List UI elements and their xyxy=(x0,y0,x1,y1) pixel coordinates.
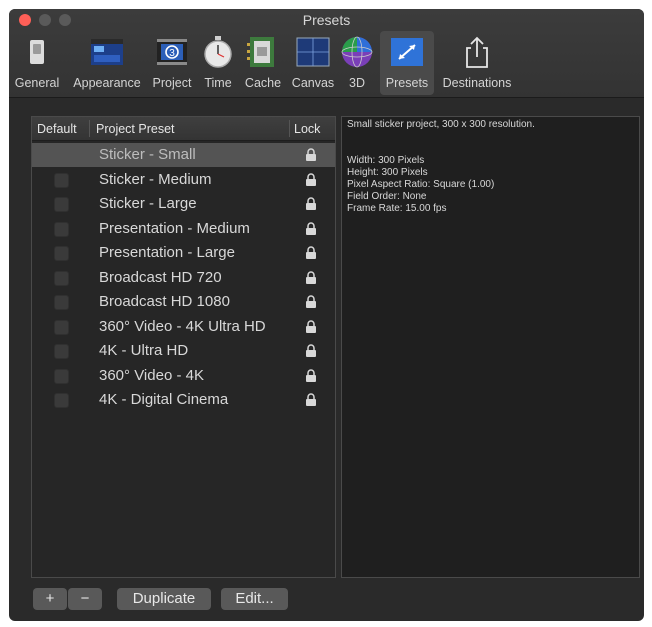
lock-icon[interactable] xyxy=(305,270,317,285)
default-checkbox[interactable] xyxy=(54,319,69,335)
project-film-icon: 3 xyxy=(157,39,187,65)
preset-name: Sticker - Medium xyxy=(99,170,212,188)
property-height: Height: 300 Pixels xyxy=(347,167,428,178)
toolbar-label: Destinations xyxy=(442,76,512,90)
property-frame-rate: Frame Rate: 15.00 fps xyxy=(347,203,447,214)
lock-icon[interactable] xyxy=(305,221,317,236)
preset-name: Broadcast HD 720 xyxy=(99,268,222,286)
toolbar-label: Canvas xyxy=(291,76,335,90)
canvas-grid-icon xyxy=(296,37,330,67)
preset-name: 4K - Ultra HD xyxy=(99,342,189,359)
preset-name: 360° Video - 4K xyxy=(99,366,204,384)
lock-icon[interactable] xyxy=(305,172,317,187)
preset-row-sticker-large[interactable]: Sticker - Large xyxy=(32,192,335,216)
preset-name: 4K - Digital Cinema xyxy=(99,391,229,408)
toolbar-destinations[interactable]: Destinations xyxy=(437,31,517,95)
toolbar-time[interactable]: Time xyxy=(198,31,238,95)
lock-icon[interactable] xyxy=(305,197,317,211)
column-header-lock[interactable]: Lock xyxy=(294,122,320,136)
toolbar-label: Presets xyxy=(385,76,429,90)
preset-name: Presentation - Medium xyxy=(99,219,250,237)
preset-row-broadcast-hd-720[interactable]: Broadcast HD 720 xyxy=(32,266,335,290)
column-divider xyxy=(89,120,90,137)
table-header: Default Project Preset Lock xyxy=(32,117,335,141)
preset-row-4k-digital-cinema[interactable]: 4K - Digital Cinema xyxy=(32,388,335,412)
presets-table[interactable]: Default Project Preset Lock Sticker - Sm… xyxy=(31,116,336,578)
toolbar-project[interactable]: 3 Project xyxy=(149,31,195,95)
property-field-order: Field Order: None xyxy=(347,191,427,202)
toolbar-3d[interactable]: 3D xyxy=(339,31,375,95)
preset-row-broadcast-hd-1080[interactable]: Broadcast HD 1080 xyxy=(32,290,335,314)
toolbar-label: Cache xyxy=(244,76,282,90)
lock-icon[interactable] xyxy=(305,319,317,334)
default-checkbox[interactable] xyxy=(54,344,69,359)
default-checkbox[interactable] xyxy=(54,221,69,237)
preset-name: Sticker - Small xyxy=(99,146,196,163)
preset-row-360-video-4k-ultra-hd[interactable]: 360° Video - 4K Ultra HD xyxy=(32,315,335,339)
toolbar-cache[interactable]: Cache xyxy=(240,31,286,95)
default-checkbox[interactable] xyxy=(54,246,69,261)
preset-row-presentation-medium[interactable]: Presentation - Medium xyxy=(32,217,335,241)
preset-description-panel: Small sticker project, 300 x 300 resolut… xyxy=(341,116,640,578)
svg-text:3: 3 xyxy=(169,48,175,59)
window-appearance-icon xyxy=(91,39,123,65)
toolbar-appearance[interactable]: Appearance xyxy=(67,31,147,95)
default-checkbox[interactable] xyxy=(54,172,69,188)
preset-name: Presentation - Large xyxy=(99,244,235,261)
column-header-project-preset[interactable]: Project Preset xyxy=(96,122,175,136)
default-checkbox[interactable] xyxy=(54,368,69,384)
default-checkbox[interactable] xyxy=(54,197,69,212)
preset-row-sticker-medium[interactable]: Sticker - Medium xyxy=(32,168,335,192)
lock-icon[interactable] xyxy=(305,368,317,383)
toolbar-general[interactable]: General xyxy=(9,31,65,95)
title-bar: Presets General Appearance 3 Project Tim… xyxy=(9,9,644,98)
stopwatch-icon xyxy=(204,36,232,68)
preset-row-presentation-large[interactable]: Presentation - Large xyxy=(32,241,335,265)
preset-name: 360° Video - 4K Ultra HD xyxy=(99,317,266,335)
property-pixel-aspect-ratio: Pixel Aspect Ratio: Square (1.00) xyxy=(347,179,495,190)
duplicate-button[interactable]: Duplicate xyxy=(117,588,211,610)
preset-row-360-video-4k[interactable]: 360° Video - 4K xyxy=(32,364,335,388)
sphere-3d-icon xyxy=(341,36,373,68)
preset-row-sticker-small[interactable]: Sticker - Small xyxy=(32,143,335,167)
default-checkbox[interactable] xyxy=(54,393,69,408)
remove-preset-button[interactable]: − xyxy=(68,588,102,610)
preset-properties: Width: 300 Pixels Height: 300 Pixels Pix… xyxy=(347,155,494,215)
share-icon xyxy=(466,36,488,68)
default-checkbox[interactable] xyxy=(54,295,69,310)
preset-row-4k-ultra-hd[interactable]: 4K - Ultra HD xyxy=(32,339,335,363)
lock-icon[interactable] xyxy=(305,344,317,358)
toolbar-label: Project xyxy=(152,76,192,90)
presets-window: Presets General Appearance 3 Project Tim… xyxy=(9,9,644,621)
property-width: Width: 300 Pixels xyxy=(347,155,425,166)
toolbar-label: General xyxy=(14,76,60,90)
preset-name: Sticker - Large xyxy=(99,195,197,212)
column-divider xyxy=(289,120,290,137)
add-preset-button[interactable]: + xyxy=(33,588,67,610)
lock-icon[interactable] xyxy=(305,393,317,407)
edit-button[interactable]: Edit... xyxy=(221,588,288,610)
toolbar-canvas[interactable]: Canvas xyxy=(289,31,337,95)
toolbar-presets[interactable]: Presets xyxy=(380,31,434,95)
lock-icon[interactable] xyxy=(305,148,317,162)
lock-icon[interactable] xyxy=(305,295,317,309)
presets-resize-icon xyxy=(391,38,423,66)
preset-summary: Small sticker project, 300 x 300 resolut… xyxy=(347,119,535,130)
memory-chip-icon xyxy=(247,37,274,67)
window-title: Presets xyxy=(302,12,351,28)
preset-name: Broadcast HD 1080 xyxy=(99,293,230,310)
column-header-default[interactable]: Default xyxy=(37,122,77,136)
toolbar-label: Time xyxy=(204,76,232,90)
toolbar-label: 3D xyxy=(349,76,365,90)
default-checkbox[interactable] xyxy=(54,270,69,286)
switch-icon xyxy=(30,40,44,64)
lock-icon[interactable] xyxy=(305,246,317,260)
toolbar-label: Appearance xyxy=(73,76,141,90)
